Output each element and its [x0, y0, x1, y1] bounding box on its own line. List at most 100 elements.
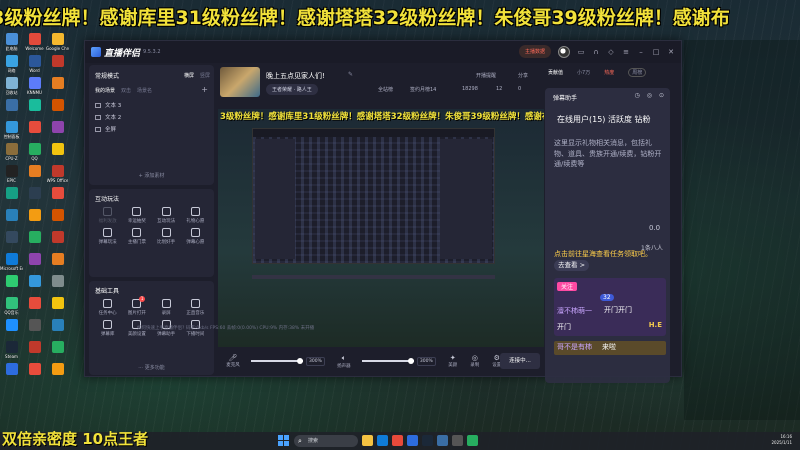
desktop-icon[interactable] [23, 340, 46, 362]
desktop-icon[interactable] [23, 274, 46, 296]
tab-contribution[interactable]: 贡献值 [548, 69, 563, 76]
mic-control[interactable]: 🎤︎ 麦克风 [218, 354, 248, 368]
tab-scene-name[interactable]: 场景名 [137, 87, 152, 94]
follow-badge[interactable]: 关注 [557, 282, 578, 291]
desktop-icon[interactable] [46, 318, 69, 340]
monthly-rank[interactable]: 签约月榜14 [410, 86, 436, 93]
tool-welfare[interactable]: 福利发放 [93, 207, 122, 224]
desktop-icon[interactable] [23, 296, 46, 318]
desktop-icon[interactable] [46, 230, 69, 252]
chrome-icon[interactable] [392, 435, 403, 446]
tool-danmu-wish[interactable]: 弹幕心愿 [181, 228, 210, 245]
danmu-username[interactable]: 哥不是有柿 [557, 342, 592, 352]
desktop-icon[interactable] [46, 362, 69, 384]
desktop-icon[interactable] [46, 296, 69, 318]
tool-gesture[interactable]: 比划好手 [152, 228, 181, 245]
tool-task-center[interactable]: 任务中心 [93, 299, 122, 316]
desktop-icon[interactable] [46, 120, 69, 142]
desktop-icon[interactable]: Word [23, 54, 46, 76]
desktop-icon[interactable] [0, 98, 23, 120]
record-button[interactable]: ◎ 录制 [464, 354, 486, 368]
connect-button[interactable]: 连接中... [500, 353, 540, 369]
windows-start-icon[interactable] [278, 435, 289, 446]
app-icon[interactable] [467, 435, 478, 446]
speaker-volume-value[interactable]: 300% [416, 356, 436, 366]
desktop-icon[interactable]: CPU-Z [0, 142, 23, 164]
online-users-tabs[interactable]: 在线用户(15) 活跃度 钻粉 [557, 114, 651, 125]
desktop-icon[interactable] [0, 208, 23, 230]
streamer-data-button[interactable]: 主播数据 [518, 45, 551, 58]
desktop-icon[interactable]: 控制面板 [0, 120, 23, 142]
desktop-icon[interactable] [46, 208, 69, 230]
user-avatar[interactable] [558, 45, 570, 58]
desktop-icon[interactable]: Microsoft Edge [0, 252, 23, 274]
desktop-icon[interactable]: Google Chrome [46, 32, 69, 54]
desktop-icon[interactable] [23, 230, 46, 252]
desktop-icon[interactable] [46, 142, 69, 164]
menu-icon[interactable]: ≡ [622, 48, 630, 56]
message-icon[interactable]: ▭ [577, 48, 585, 56]
minimize-icon[interactable]: – [637, 48, 645, 56]
desktop-icon[interactable] [0, 186, 23, 208]
desktop-icon[interactable]: Steam [0, 340, 23, 362]
desktop-icon[interactable]: QQ [23, 142, 46, 164]
tool-record[interactable]: 录屏 [152, 299, 181, 316]
mic-volume-slider[interactable] [251, 358, 303, 364]
desktop-icon[interactable] [23, 98, 46, 120]
danmu-username[interactable]: 澶不柿萌一 [557, 306, 592, 316]
desktop-icon[interactable] [46, 76, 69, 98]
tab-landscape[interactable]: 横屏 [184, 72, 194, 79]
tool-ticket[interactable]: 主播门票 [122, 228, 151, 245]
desktop-icon[interactable] [46, 274, 69, 296]
desktop-icon[interactable] [0, 318, 23, 340]
source-item[interactable]: 文本 3 [95, 99, 208, 111]
tool-lottery[interactable]: 幸运抽奖 [122, 207, 151, 224]
headset-icon[interactable]: ∩ [592, 48, 600, 56]
category-chip[interactable]: 王者荣耀 · 路人王 [266, 84, 318, 95]
desktop-icon[interactable] [46, 98, 69, 120]
speaker-volume-slider[interactable] [361, 358, 414, 364]
desktop-icon[interactable] [46, 54, 69, 76]
tab-double[interactable]: 双击 [121, 87, 131, 94]
edge-icon[interactable] [377, 435, 388, 446]
tab-weekly[interactable]: 周榜 [628, 67, 647, 77]
desktop-icon[interactable]: QQ音乐 [0, 296, 23, 318]
tool-image[interactable]: 1 图片打开 [122, 296, 151, 316]
tab-my-scene[interactable]: 我的场景 [95, 87, 115, 94]
speaker-control[interactable]: 🔈︎ 扬声器 [329, 354, 359, 369]
beauty-button[interactable]: ✦ 美颜 [442, 354, 464, 368]
tab-seven[interactable]: 小7万 [577, 69, 590, 76]
tool-danmu-library[interactable]: 弹幕库 [93, 320, 122, 337]
file-explorer-icon[interactable] [362, 435, 373, 446]
tool-danmu-game[interactable]: 弹幕玩法 [93, 228, 122, 245]
tool-music[interactable]: 正直音乐 [181, 299, 210, 316]
desktop-icon[interactable] [23, 252, 46, 274]
gear-icon[interactable]: ◎ [647, 92, 652, 99]
desktop-icon[interactable]: WPS Office [46, 164, 69, 186]
stream-title[interactable]: 晚上五点见家人们! [266, 71, 325, 81]
desktop-icon[interactable] [46, 340, 69, 362]
taskbar-search[interactable]: 搜索 [294, 435, 358, 447]
add-scene-icon[interactable]: + [201, 85, 208, 94]
close-icon[interactable]: ✕ [667, 48, 675, 56]
maximize-icon[interactable]: □ [652, 48, 660, 56]
desktop-icon[interactable] [0, 230, 23, 252]
mode-selector[interactable]: 常规模式 [95, 71, 119, 80]
tab-hot[interactable]: 热度 [604, 69, 614, 76]
system-clock[interactable]: 16:16 2025/1/11 [771, 434, 792, 446]
app-icon[interactable] [437, 435, 448, 446]
source-item[interactable]: 全屏 [95, 123, 208, 135]
go-view-button[interactable]: 去查看 > [554, 260, 590, 271]
edit-icon[interactable]: ✎ [348, 71, 353, 78]
share-button[interactable]: 分享 [518, 72, 528, 79]
tool-gift-wish[interactable]: 礼物心愿 [181, 207, 210, 224]
desktop-icon[interactable] [23, 208, 46, 230]
desktop-icon[interactable] [23, 318, 46, 340]
desktop-icon[interactable] [46, 252, 69, 274]
add-source-button[interactable]: + 添加素材 [89, 172, 214, 179]
desktop-icon[interactable]: 网络 [0, 54, 23, 76]
desktop-icon[interactable]: EPIC [0, 164, 23, 186]
app-icon[interactable] [407, 435, 418, 446]
app-icon[interactable] [452, 435, 463, 446]
desktop-icon[interactable] [23, 164, 46, 186]
